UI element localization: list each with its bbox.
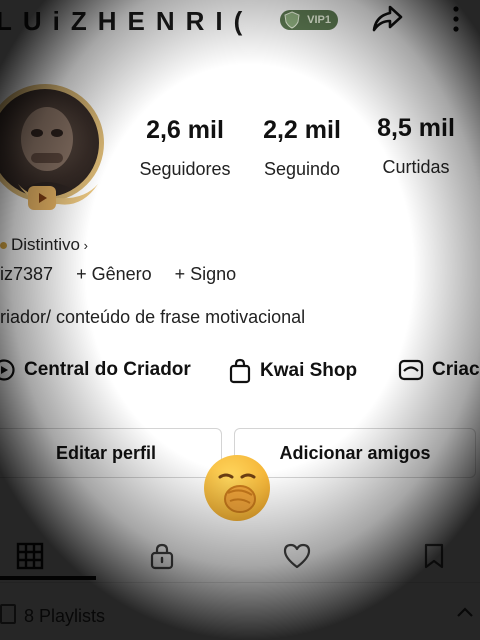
vip-shield-icon — [284, 11, 300, 29]
shopping-bag-icon — [229, 358, 251, 384]
chevron-right-icon: › — [79, 238, 88, 253]
video-badge[interactable] — [28, 186, 56, 210]
shortcut-label: Kwai Shop — [260, 360, 358, 381]
stat-likes[interactable]: 8,5 mil Curtidas — [370, 114, 462, 178]
content-tabs — [0, 530, 480, 582]
profile-info-row: iz7387 + Gênero + Signo — [0, 264, 254, 285]
vip-badge[interactable]: VIP1 — [280, 10, 338, 30]
badge-dot-icon — [0, 242, 7, 250]
yawning-face-emoji — [204, 455, 270, 521]
edit-profile-button[interactable]: Editar perfil — [0, 428, 222, 478]
more-options-icon[interactable] — [446, 4, 466, 34]
badge-link[interactable]: Distintivo › — [0, 235, 88, 255]
stat-label: Seguidores — [139, 159, 231, 179]
bookmark-icon — [424, 543, 444, 569]
profile-name: LUiZHENRI( — [0, 6, 254, 36]
stat-followers[interactable]: 2,6 mil Seguidores — [130, 116, 240, 180]
tabs-divider — [0, 582, 480, 583]
creator-center-shortcut[interactable]: Central do Criador — [0, 358, 191, 382]
shortcut-label: Criac — [432, 359, 480, 380]
heart-icon — [283, 543, 311, 569]
profile-header: LUiZHENRI( VIP1 — [0, 0, 480, 44]
profile-bio: riador/ conteúdo de frase motivacional — [0, 307, 306, 327]
tab-grid[interactable] — [14, 540, 46, 572]
user-id[interactable]: iz7387 — [0, 264, 53, 284]
create-icon — [398, 359, 424, 381]
play-icon — [39, 193, 47, 203]
kwai-shop-shortcut[interactable]: Kwai Shop — [228, 358, 357, 384]
creator-center-icon — [0, 359, 15, 381]
badge-label: Distintivo — [11, 235, 80, 254]
sign-button[interactable]: + Signo — [175, 264, 237, 284]
chevron-up-icon[interactable] — [456, 606, 474, 618]
create-shortcut[interactable]: Criac — [398, 358, 480, 382]
add-friends-button[interactable]: Adicionar amigos — [234, 428, 476, 478]
share-icon[interactable] — [370, 2, 404, 36]
playlists-label: 8 Playlists — [24, 606, 106, 626]
stat-following[interactable]: 2,2 mil Seguindo — [252, 116, 352, 180]
vip-label: VIP1 — [307, 14, 331, 26]
playlists-row[interactable]: 8 Playlists — [0, 604, 105, 627]
stat-value: 2,2 mil — [263, 116, 341, 144]
tab-likes[interactable] — [281, 540, 313, 572]
active-tab-indicator — [0, 576, 96, 580]
lock-icon — [150, 543, 174, 570]
gender-button[interactable]: + Gênero — [76, 264, 152, 284]
stat-label: Curtidas — [382, 157, 450, 177]
stat-value: 8,5 mil — [377, 114, 455, 142]
stat-value: 2,6 mil — [146, 116, 224, 144]
tab-private[interactable] — [146, 540, 178, 572]
playlist-icon — [0, 604, 16, 624]
grid-icon — [16, 542, 44, 570]
stat-label: Seguindo — [263, 159, 341, 179]
tab-saved[interactable] — [418, 540, 450, 572]
shortcut-label: Central do Criador — [24, 359, 191, 380]
